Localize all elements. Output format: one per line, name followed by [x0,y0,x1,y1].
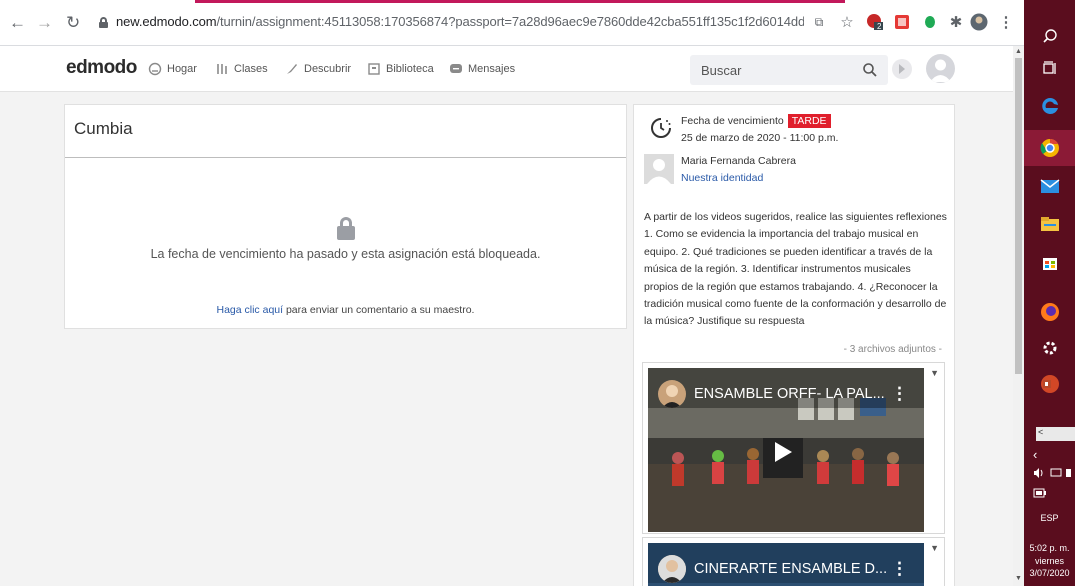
chevron-left-icon[interactable]: < [1038,427,1043,437]
pdf-extension-icon[interactable] [893,13,911,31]
mail-icon[interactable] [1024,168,1075,204]
teacher-avatar[interactable] [644,154,674,184]
attachment-card[interactable]: CINERARTE ENSAMBLE D... ⋮ ▼ [642,537,945,586]
forward-arrow-icon[interactable]: → [36,14,53,32]
video-menu-icon[interactable]: ⋮ [891,559,908,579]
user-avatar[interactable] [926,54,955,83]
leaf-extension-icon[interactable] [921,13,939,31]
nav-clases[interactable]: Clases [215,62,268,76]
windows-taskbar: < ‹ ESP 5:02 p. m. viernes 3/07/2020 [1024,0,1075,586]
library-icon [367,62,381,76]
edge-icon[interactable] [1024,88,1075,124]
lock-icon [337,217,355,240]
search-box [690,55,888,85]
clock-time[interactable]: 5:02 p. m. [1024,543,1075,553]
browser-toolbar: ← → ↻ new.edmodo.com/turnin/assignment:4… [0,0,1024,46]
channel-avatar[interactable] [658,380,686,408]
video-menu-icon[interactable]: ⋮ [891,384,908,404]
locked-message: La fecha de vencimiento ha pasado y esta… [150,247,541,261]
due-label-text: Fecha de vencimiento [681,115,784,127]
play-icon[interactable] [775,442,792,462]
star-icon[interactable]: ☆ [838,13,856,31]
chevron-down-icon[interactable]: ▼ [930,543,939,553]
nav-label: Descubrir [304,63,352,75]
classes-icon [215,62,229,76]
extension-badge: 2 [877,22,882,31]
video-thumbnail[interactable]: ENSAMBLE ORFF- LA PAL... ⋮ [648,368,924,532]
powerpoint-icon[interactable] [1024,366,1075,402]
nav-biblioteca[interactable]: Biblioteca [367,62,434,76]
reload-icon[interactable]: ↻ [66,14,80,32]
search-icon[interactable] [1024,18,1075,54]
search-input[interactable] [690,55,860,85]
nav-hogar[interactable]: Hogar [148,62,197,76]
edmodo-navbar: edmodo Hogar Clases Descubrir Biblioteca [0,46,1013,92]
chrome-icon[interactable] [1024,130,1075,166]
clock-day[interactable]: viernes [1024,556,1075,566]
profile-icon[interactable] [970,13,988,31]
task-view-icon[interactable] [1024,50,1075,86]
due-date: 25 de marzo de 2020 - 11:00 p.m. [681,132,839,144]
nav-label: Biblioteca [386,63,434,75]
video-title[interactable]: ENSAMBLE ORFF- LA PAL... [694,386,885,402]
tray-icons[interactable] [1024,467,1075,481]
nav-label: Mensajes [468,63,516,75]
messages-icon [449,62,463,76]
search-icon[interactable] [862,62,878,78]
group-link[interactable]: Nuestra identidad [681,172,763,184]
scroll-up-icon[interactable]: ▲ [1015,48,1022,55]
file-explorer-icon[interactable] [1024,206,1075,242]
attachments-count: - 3 archivos adjuntos - [843,344,942,355]
tray-expand-icon[interactable]: ‹ [1024,447,1075,462]
comment-text: para enviar un comentario a su maestro. [283,304,475,316]
lock-icon[interactable] [99,17,108,28]
page-scrollbar[interactable]: ▲ ▼ [1013,46,1024,586]
scroll-thumb[interactable] [1015,58,1022,374]
clock-icon [651,118,671,138]
store-icon[interactable] [1024,244,1075,280]
due-label: Fecha de vencimiento TARDE [681,114,831,128]
video-title[interactable]: CINERARTE ENSAMBLE D... [694,561,887,577]
url-path: /turnin/assignment:45113058:170356874?pa… [216,14,805,29]
translate-icon[interactable]: ⧉ [810,13,828,31]
notifications-icon[interactable] [892,59,912,79]
back-arrow-icon[interactable]: ← [9,14,26,32]
video-thumbnail[interactable]: CINERARTE ENSAMBLE D... ⋮ [648,543,924,586]
rocket-icon [285,62,299,76]
chevron-down-icon[interactable]: ▼ [930,368,939,378]
divider [65,157,626,158]
attachment-card[interactable]: ENSAMBLE ORFF- LA PAL... ⋮ ▼ [642,362,945,534]
assignment-title: Cumbia [74,119,133,138]
nav-label: Clases [234,63,268,75]
scroll-down-icon[interactable]: ▼ [1015,575,1022,582]
comment-message: Haga clic aquí para enviar un comentario… [65,304,626,316]
assignment-details: Fecha de vencimiento TARDE 25 de marzo de… [633,104,955,586]
menu-dots-icon[interactable]: ⋮ [997,13,1015,31]
clock-date[interactable]: 3/07/2020 [1024,568,1075,578]
assignment-description: A partir de los videos sugeridos, realic… [644,211,947,328]
taskbar-scroll[interactable]: < [1036,427,1075,441]
language-indicator[interactable]: ESP [1024,513,1075,523]
nav-label: Hogar [167,63,197,75]
home-icon [148,62,162,76]
nav-descubrir[interactable]: Descubrir [285,62,351,76]
channel-avatar[interactable] [658,555,686,583]
url-host: new.edmodo.com [116,14,217,29]
tab-accent-line [195,0,845,3]
nav-mensajes[interactable]: Mensajes [449,62,515,76]
battery-icon[interactable] [1024,488,1075,500]
firefox-icon[interactable] [1024,294,1075,330]
comment-link[interactable]: Haga clic aquí [217,304,284,316]
settings-icon[interactable] [1024,330,1075,366]
address-bar[interactable]: new.edmodo.com/turnin/assignment:4511305… [116,14,804,29]
puzzle-icon[interactable]: ✱ [947,13,965,31]
teacher-name[interactable]: Maria Fernanda Cabrera [681,155,796,167]
late-badge: TARDE [787,114,831,128]
edmodo-logo[interactable]: edmodo [66,57,137,79]
assignment-card: Cumbia La fecha de vencimiento ha pasado… [64,104,627,329]
